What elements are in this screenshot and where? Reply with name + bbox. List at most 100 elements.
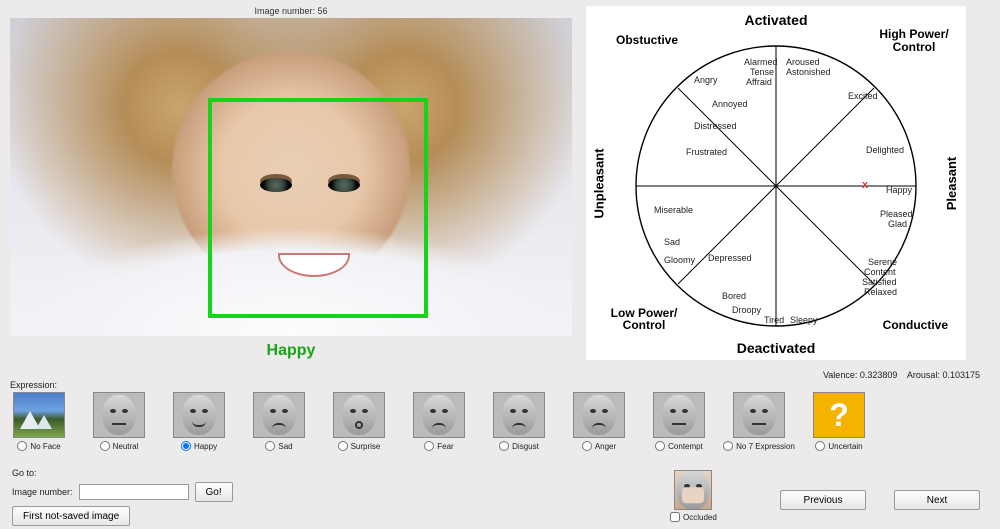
- occluded-checkbox[interactable]: [670, 512, 680, 522]
- expression-option-happy: Happy: [170, 392, 228, 451]
- axis-unpleasant: Unpleasant: [592, 148, 607, 218]
- expression-radio-noface[interactable]: [17, 441, 27, 451]
- image-number-label: Image number: 56: [10, 6, 572, 16]
- arousal-value: 0.103175: [942, 370, 980, 380]
- next-button[interactable]: Next: [894, 490, 980, 510]
- face-icon: [262, 395, 296, 435]
- expression-radio-surprise[interactable]: [338, 441, 348, 451]
- hands-over-mouth-icon: [682, 487, 704, 503]
- expression-option-anger: Anger: [570, 392, 628, 451]
- expression-option-surprise: Surprise: [330, 392, 388, 451]
- face-icon: [102, 395, 136, 435]
- expression-option-fear: Fear: [410, 392, 468, 451]
- expression-radio-no7[interactable]: [723, 441, 733, 451]
- goto-image-number-input[interactable]: [79, 484, 189, 500]
- goto-field-label: Image number:: [12, 487, 73, 497]
- metrics-readout: Valence: 0.323809 Arousal: 0.103175: [823, 370, 980, 380]
- emotion-miserable: Miserable: [654, 206, 693, 215]
- goto-section: Go to: Image number: Go! First not-saved…: [12, 468, 233, 526]
- expression-thumb-sad[interactable]: [253, 392, 305, 438]
- axis-activated: Activated: [744, 12, 807, 28]
- expression-label-fear[interactable]: Fear: [437, 442, 453, 451]
- expression-label-no7[interactable]: No 7 Expression: [736, 442, 795, 451]
- expression-label-anger[interactable]: Anger: [595, 442, 616, 451]
- face-icon: [502, 395, 536, 435]
- emotion-tired: Tired: [764, 316, 784, 325]
- occluded-thumbnail: [674, 470, 712, 510]
- expression-thumb-surprise[interactable]: [333, 392, 385, 438]
- expression-option-contempt: Contempt: [650, 392, 708, 451]
- expression-thumb-neutral[interactable]: [93, 392, 145, 438]
- emotion-sleepy: Sleepy: [790, 316, 818, 325]
- expression-radio-uncertain[interactable]: [815, 441, 825, 451]
- expression-label-uncertain[interactable]: Uncertain: [828, 442, 862, 451]
- expression-label-neutral[interactable]: Neutral: [113, 442, 139, 451]
- expression-option-disgust: Disgust: [490, 392, 548, 451]
- expression-option-noface: No Face: [10, 392, 68, 451]
- emotion-droopy: Droopy: [732, 306, 761, 315]
- emotion-relaxed: Relaxed: [864, 288, 897, 297]
- circumplex-diagram[interactable]: Activated Deactivated Unpleasant Pleasan…: [586, 6, 966, 360]
- axis-deactivated: Deactivated: [737, 340, 816, 356]
- emotion-frustrated: Frustrated: [686, 148, 727, 157]
- expression-radio-neutral[interactable]: [100, 441, 110, 451]
- emotion-bored: Bored: [722, 292, 746, 301]
- first-unsaved-button[interactable]: First not-saved image: [12, 506, 130, 526]
- goto-title: Go to:: [12, 468, 233, 478]
- valence-arousal-marker: x: [862, 179, 868, 191]
- emotion-astonished: Astonished: [786, 68, 831, 77]
- expression-radio-fear[interactable]: [424, 441, 434, 451]
- emotion-glad: Glad: [888, 220, 907, 229]
- face-bounding-box: [208, 98, 428, 318]
- face-icon: [422, 395, 456, 435]
- expression-label-sad[interactable]: Sad: [278, 442, 292, 451]
- emotion-sad: Sad: [664, 238, 680, 247]
- valence-value: 0.323809: [860, 370, 898, 380]
- axis-obstructive: Obstuctive: [616, 34, 678, 47]
- arousal-label: Arousal:: [907, 370, 940, 380]
- occluded-label: Occluded: [683, 513, 717, 522]
- expression-thumb-disgust[interactable]: [493, 392, 545, 438]
- expression-label-contempt[interactable]: Contempt: [668, 442, 703, 451]
- expression-option-uncertain: ? Uncertain: [810, 392, 868, 451]
- occluded-section: Occluded: [670, 470, 717, 522]
- expression-label-noface[interactable]: No Face: [30, 442, 60, 451]
- expression-radio-disgust[interactable]: [499, 441, 509, 451]
- face-icon: [742, 395, 776, 435]
- expression-thumb-uncertain[interactable]: ?: [813, 392, 865, 438]
- previous-button[interactable]: Previous: [780, 490, 866, 510]
- expression-caption: Happy: [10, 342, 572, 360]
- expression-thumb-fear[interactable]: [413, 392, 465, 438]
- axis-pleasant: Pleasant: [944, 157, 959, 210]
- expression-label-happy[interactable]: Happy: [194, 442, 217, 451]
- question-icon: ?: [814, 393, 864, 437]
- expression-radio-happy[interactable]: [181, 441, 191, 451]
- expression-option-neutral: Neutral: [90, 392, 148, 451]
- emotion-distressed: Distressed: [694, 122, 737, 131]
- expression-section-label: Expression:: [10, 380, 868, 390]
- expression-thumb-noface[interactable]: [13, 392, 65, 438]
- main-image: [10, 18, 572, 336]
- goto-button[interactable]: Go!: [195, 482, 233, 502]
- valence-label: Valence:: [823, 370, 857, 380]
- emotion-gloomy: Gloomy: [664, 256, 695, 265]
- expression-radio-anger[interactable]: [582, 441, 592, 451]
- axis-high-power: High Power/ Control: [874, 28, 954, 53]
- emotion-angry: Angry: [694, 76, 718, 85]
- expression-radio-sad[interactable]: [265, 441, 275, 451]
- expression-thumb-contempt[interactable]: [653, 392, 705, 438]
- face-icon: [182, 395, 216, 435]
- expression-thumb-no7[interactable]: [733, 392, 785, 438]
- emotion-delighted: Delighted: [866, 146, 904, 155]
- emotion-depressed: Depressed: [708, 254, 752, 263]
- expression-thumb-happy[interactable]: [173, 392, 225, 438]
- expression-thumb-anger[interactable]: [573, 392, 625, 438]
- emotion-annoyed: Annoyed: [712, 100, 748, 109]
- face-icon: [662, 395, 696, 435]
- expression-radio-contempt[interactable]: [655, 441, 665, 451]
- expression-label-surprise[interactable]: Surprise: [351, 442, 381, 451]
- expression-label-disgust[interactable]: Disgust: [512, 442, 539, 451]
- axis-conductive: Conductive: [883, 319, 948, 332]
- face-icon: [342, 395, 376, 435]
- axis-low-power: Low Power/ Control: [604, 307, 684, 332]
